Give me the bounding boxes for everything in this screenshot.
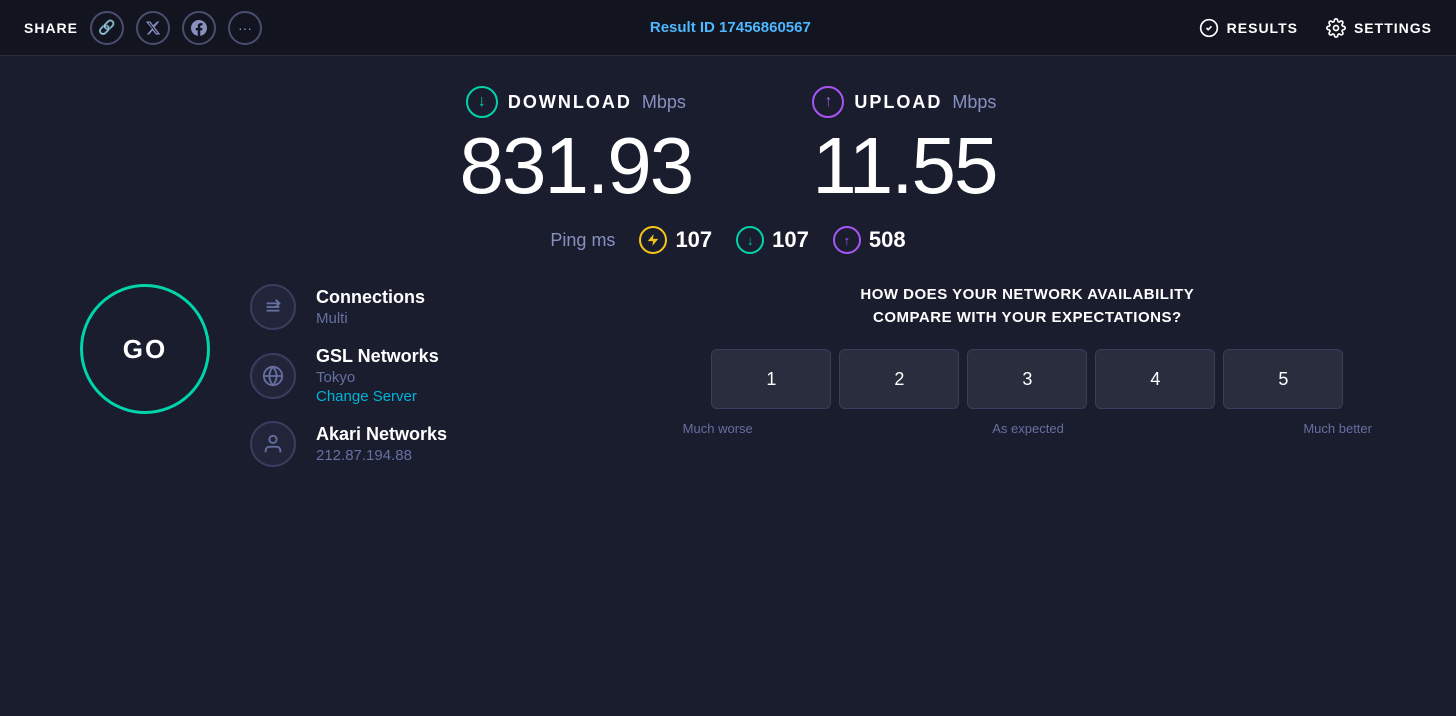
survey-option-2[interactable]: 2 [839, 349, 959, 409]
survey-label-right: Much better [1303, 421, 1372, 436]
header: SHARE 🔗 ··· Result ID 17456860567 RESULT… [0, 0, 1456, 56]
settings-nav[interactable]: SETTINGS [1326, 18, 1432, 38]
result-id: 17456860567 [719, 19, 811, 36]
ping-download-value: 107 [772, 227, 809, 253]
survey-option-3[interactable]: 3 [967, 349, 1087, 409]
connections-row: Connections Multi [250, 284, 599, 330]
main-content: ↓ DOWNLOAD Mbps 831.93 ↑ UPLOAD Mbps 11.… [0, 56, 1456, 716]
survey-label-left: Much worse [683, 421, 753, 436]
info-panels: Connections Multi GSL Networks Tokyo Cha… [250, 284, 599, 467]
upload-header: ↑ UPLOAD Mbps [812, 86, 996, 118]
upload-label: UPLOAD [854, 92, 942, 113]
download-header: ↓ DOWNLOAD Mbps [460, 86, 693, 118]
survey-buttons: 1 2 3 4 5 [679, 349, 1376, 409]
download-label: DOWNLOAD [508, 92, 632, 113]
jitter-icon [639, 226, 667, 254]
survey-option-1[interactable]: 1 [711, 349, 831, 409]
bottom-section: GO Connections Multi [0, 284, 1456, 467]
ping-jitter: 107 [639, 226, 712, 254]
header-center: Result ID 17456860567 [650, 19, 811, 36]
isp-ip: 212.87.194.88 [316, 447, 447, 464]
link-icon[interactable]: 🔗 [90, 11, 124, 45]
isp-text: Akari Networks 212.87.194.88 [316, 424, 447, 464]
download-unit: Mbps [642, 92, 686, 113]
ping-section: Ping ms 107 ↓ 107 ↑ 508 [550, 226, 905, 254]
survey-label-center: As expected [992, 421, 1064, 436]
go-button-container: GO [80, 284, 210, 414]
connections-value: Multi [316, 310, 425, 327]
server-icon [250, 353, 296, 399]
survey-labels: Much worse As expected Much better [679, 421, 1376, 436]
ping-upload: ↑ 508 [833, 226, 906, 254]
survey-question: HOW DOES YOUR NETWORK AVAILABILITY COMPA… [679, 284, 1376, 329]
settings-label: SETTINGS [1354, 20, 1432, 36]
isp-icon [250, 421, 296, 467]
download-block: ↓ DOWNLOAD Mbps 831.93 [460, 86, 693, 206]
share-label: SHARE [24, 20, 78, 36]
ping-upload-value: 508 [869, 227, 906, 253]
header-right: RESULTS SETTINGS [1199, 18, 1432, 38]
twitter-icon[interactable] [136, 11, 170, 45]
ping-download-icon: ↓ [736, 226, 764, 254]
ping-label: Ping ms [550, 230, 615, 251]
server-location: Tokyo [316, 369, 439, 386]
upload-unit: Mbps [952, 92, 996, 113]
upload-value: 11.55 [812, 126, 996, 206]
survey-option-4[interactable]: 4 [1095, 349, 1215, 409]
connections-label: Connections [316, 287, 425, 308]
survey-option-5[interactable]: 5 [1223, 349, 1343, 409]
go-button[interactable]: GO [80, 284, 210, 414]
survey-section: HOW DOES YOUR NETWORK AVAILABILITY COMPA… [639, 284, 1376, 436]
header-left: SHARE 🔗 ··· [24, 11, 262, 45]
server-name: GSL Networks [316, 346, 439, 367]
speed-section: ↓ DOWNLOAD Mbps 831.93 ↑ UPLOAD Mbps 11.… [460, 86, 997, 206]
connections-icon [250, 284, 296, 330]
ping-download: ↓ 107 [736, 226, 809, 254]
jitter-value: 107 [675, 227, 712, 253]
download-value: 831.93 [460, 126, 693, 206]
server-text: GSL Networks Tokyo Change Server [316, 346, 439, 405]
results-label: RESULTS [1227, 20, 1298, 36]
download-icon: ↓ [466, 86, 498, 118]
upload-icon: ↑ [812, 86, 844, 118]
change-server-link[interactable]: Change Server [316, 388, 439, 405]
isp-row: Akari Networks 212.87.194.88 [250, 421, 599, 467]
upload-block: ↑ UPLOAD Mbps 11.55 [812, 86, 996, 206]
results-nav[interactable]: RESULTS [1199, 18, 1298, 38]
isp-name: Akari Networks [316, 424, 447, 445]
result-prefix: Result ID [650, 19, 715, 36]
ping-upload-icon: ↑ [833, 226, 861, 254]
facebook-icon[interactable] [182, 11, 216, 45]
connections-text: Connections Multi [316, 287, 425, 327]
more-icon[interactable]: ··· [228, 11, 262, 45]
server-row: GSL Networks Tokyo Change Server [250, 346, 599, 405]
